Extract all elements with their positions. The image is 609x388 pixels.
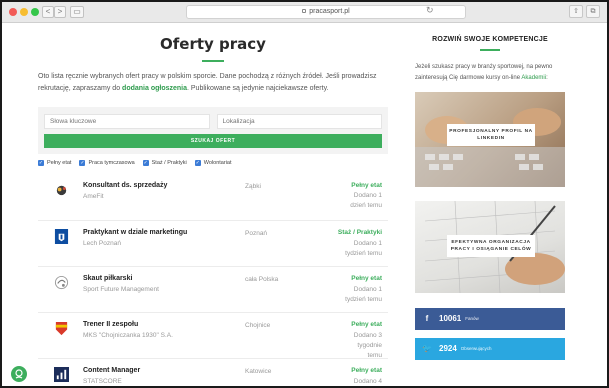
checkbox-checked-icon[interactable]: ✓: [79, 160, 86, 166]
productivity-course-banner[interactable]: EFEKTYWNA ORGANIZACJA PRACY I OSIĄGANIE …: [415, 200, 565, 293]
job-type: Staż / Praktyki: [337, 229, 382, 236]
facebook-label: Fanów: [465, 316, 479, 321]
facebook-fans-box[interactable]: f 10061 Fanów: [415, 307, 565, 330]
job-company: AmeFit: [83, 193, 104, 200]
linkedin-course-label: PROFESJONALNY PROFIL NA LINKEDIN: [447, 123, 535, 146]
close-window-button[interactable]: [9, 8, 17, 16]
statscore-logo-icon: [54, 367, 69, 382]
sidebar-toggle-icon[interactable]: ▭: [70, 6, 84, 18]
linkedin-course-banner[interactable]: PROFESJONALNY PROFIL NA LINKEDIN: [415, 91, 565, 187]
main-content: Oferty pracy Oto lista ręcznie wybranych…: [38, 23, 388, 386]
sfm-logo-icon: [54, 275, 69, 290]
chojniczanka-crest-icon: [55, 321, 68, 336]
job-location: Chojnice: [245, 322, 271, 329]
chat-widget-button[interactable]: [11, 366, 27, 382]
lech-poznan-crest-icon: [54, 229, 69, 244]
filter-full-time[interactable]: ✓ Pełny etat: [38, 160, 71, 166]
job-company: Sport Future Management: [83, 286, 159, 293]
maximize-window-button[interactable]: [31, 8, 39, 16]
forward-button[interactable]: >: [54, 6, 66, 18]
checkbox-checked-icon[interactable]: ✓: [194, 160, 201, 166]
facebook-count: 10061: [439, 314, 462, 323]
sidebar-title: ROZWIŃ SWOJE KOMPETENCJE: [432, 36, 548, 43]
share-icon[interactable]: ⇧: [569, 5, 583, 18]
sidebar-text: Jeżeli szukasz pracy w branży sportowej,…: [415, 62, 565, 84]
job-location: cała Polska: [245, 276, 279, 283]
address-bar[interactable]: pracasport.pl: [186, 5, 466, 19]
twitter-icon: 🐦: [422, 344, 432, 353]
page-title: Oferty pracy: [160, 35, 266, 53]
filter-label: Staż / Praktyki: [151, 160, 187, 166]
productivity-course-label: EFEKTYWNA ORGANIZACJA PRACY I OSIĄGANIE …: [447, 234, 535, 257]
checkbox-checked-icon[interactable]: ✓: [142, 160, 149, 166]
chat-icon: [15, 369, 23, 379]
job-date: Dodano 1 tydzień temu: [345, 240, 382, 257]
browser-toolbar: < > ▭ pracasport.pl ↻ ⇧ ⧉: [2, 2, 607, 23]
job-row[interactable]: Konsultant ds. sprzedaży AmeFit Ząbki Pe…: [38, 174, 388, 220]
back-button[interactable]: <: [42, 6, 54, 18]
job-type-filters: ✓ Pełny etat ✓ Praca tymczasowa ✓ Staż / Pr…: [38, 160, 388, 166]
job-date: Dodano 4 tygodnie temu: [353, 378, 382, 385]
job-type: Pełny etat: [351, 367, 382, 374]
filter-label: Pełny etat: [47, 160, 72, 166]
intro-text: Oto lista ręcznie wybranych ofert pracy …: [38, 71, 388, 95]
job-row[interactable]: Skaut piłkarski Sport Future Management …: [38, 266, 388, 312]
lock-icon: [302, 9, 307, 13]
job-list: Konsultant ds. sprzedaży AmeFit Ząbki Pe…: [38, 174, 388, 386]
job-company: STATSCORE: [83, 378, 122, 385]
minimize-window-button[interactable]: [20, 8, 28, 16]
job-type: Pełny etat: [351, 275, 382, 282]
job-company: Lech Poznań: [83, 240, 121, 247]
academy-link[interactable]: Akademii: [521, 75, 546, 81]
search-offers-button[interactable]: SZUKAJ OFERT: [44, 134, 382, 148]
filter-internship[interactable]: ✓ Staż / Praktyki: [142, 160, 187, 166]
amefit-logo-icon: [56, 185, 67, 196]
job-date: Dodano 1 dzień temu: [350, 192, 382, 209]
job-type: Pełny etat: [351, 321, 382, 328]
job-title[interactable]: Skaut piłkarski: [83, 275, 132, 282]
title-underline: [202, 60, 224, 62]
job-company: MKS "Chojniczanka 1930" S.A.: [83, 332, 173, 339]
job-date: Dodano 1 tydzień temu: [345, 286, 382, 303]
facebook-icon: f: [425, 314, 429, 323]
job-type: Pełny etat: [351, 182, 382, 189]
filter-temporary[interactable]: ✓ Praca tymczasowa: [79, 160, 135, 166]
job-title[interactable]: Praktykant w dziale marketingu: [83, 229, 187, 236]
twitter-count: 2924: [439, 344, 457, 353]
job-row[interactable]: Content Manager STATSCORE Katowice Pełny…: [38, 358, 388, 386]
sidebar-title-underline: [480, 49, 500, 51]
tabs-overview-icon[interactable]: ⧉: [586, 5, 600, 18]
checkbox-checked-icon[interactable]: ✓: [38, 160, 44, 166]
filter-label: Wolontariat: [203, 160, 232, 166]
job-location: Poznań: [245, 230, 268, 237]
location-input[interactable]: [216, 114, 382, 129]
sidebar: ROZWIŃ SWOJE KOMPETENCJE Jeżeli szukasz …: [415, 23, 565, 360]
job-title[interactable]: Content Manager: [83, 367, 140, 374]
twitter-followers-box[interactable]: 🐦 2924 Obserwujących: [415, 337, 565, 360]
screenshot-frame: < > ▭ pracasport.pl ↻ ⇧ ⧉ Oferty pracy O…: [0, 0, 609, 388]
twitter-label: Obserwujących: [460, 346, 492, 351]
intro-text-after: . Publikowane są jedynie najciekawsze of…: [187, 85, 329, 92]
reload-icon[interactable]: ↻: [426, 5, 434, 16]
filter-label: Praca tymczasowa: [88, 160, 135, 166]
job-row[interactable]: Praktykant w dziale marketingu Lech Pozn…: [38, 220, 388, 266]
filter-volunteer[interactable]: ✓ Wolontariat: [194, 160, 232, 166]
search-panel: SZUKAJ OFERT: [38, 107, 388, 154]
job-date: Dodano 3 tygodnie temu: [353, 332, 382, 359]
job-row[interactable]: Trener II zespołu MKS "Chojniczanka 1930…: [38, 312, 388, 359]
sidebar-text-after: :: [546, 74, 548, 81]
keyword-input[interactable]: [44, 114, 210, 129]
job-title[interactable]: Konsultant ds. sprzedaży: [83, 182, 167, 189]
job-title[interactable]: Trener II zespołu: [83, 321, 138, 328]
add-offer-link[interactable]: dodania ogłoszenia: [122, 85, 187, 92]
url-text: pracasport.pl: [309, 8, 350, 15]
job-location: Ząbki: [245, 183, 261, 190]
job-location: Katowice: [245, 368, 272, 375]
